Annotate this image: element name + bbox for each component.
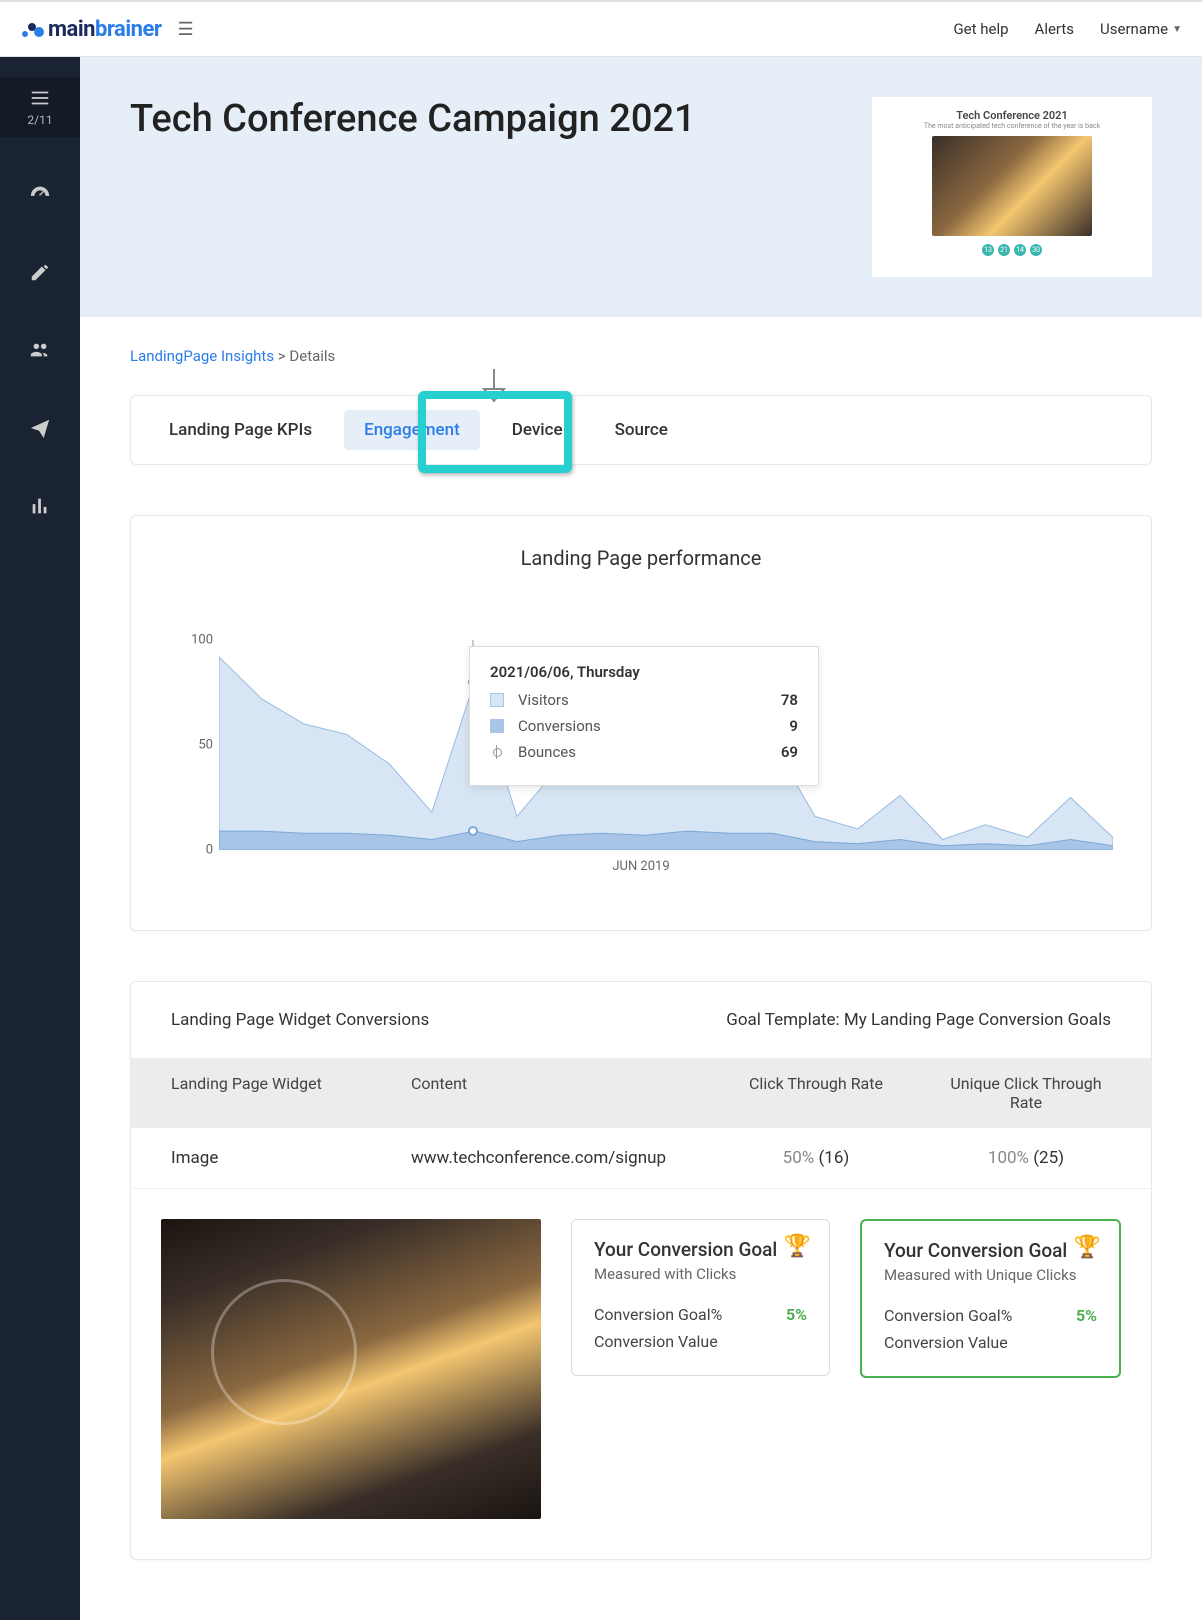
get-help-link[interactable]: Get help xyxy=(953,20,1008,38)
th-content: Content xyxy=(411,1074,691,1112)
user-menu[interactable]: Username ▼ xyxy=(1100,20,1182,38)
td-uctr: 100% (25) xyxy=(941,1148,1111,1168)
tooltip-visitors-value: 78 xyxy=(781,691,798,709)
goal2-pct: 5% xyxy=(1076,1306,1097,1325)
performance-card: Landing Page performance 100 50 0 xyxy=(130,515,1152,931)
table-header: Landing Page Widget Content Click Throug… xyxy=(131,1058,1151,1128)
goal2-title: Your Conversion Goal xyxy=(884,1239,1097,1262)
td-content: www.techconference.com/signup xyxy=(411,1148,691,1168)
alerts-link[interactable]: Alerts xyxy=(1035,20,1075,38)
swatch-visitors xyxy=(490,693,504,707)
nav-dashboard[interactable] xyxy=(0,173,80,215)
trophy-icon: 🏆 xyxy=(784,1234,811,1259)
preview-title: Tech Conference 2021 xyxy=(956,109,1068,122)
logo-text: mainbrainer xyxy=(48,17,161,42)
chart-xlabel: JUN 2019 xyxy=(612,859,669,874)
list-icon xyxy=(29,87,51,109)
tooltip-bounces-value: 69 xyxy=(781,743,798,761)
users-icon xyxy=(29,339,51,361)
breadcrumb-link[interactable]: LandingPage Insights xyxy=(130,347,274,365)
tutorial-arrow-icon xyxy=(480,367,508,407)
nav-steps-label: 2/11 xyxy=(27,113,52,127)
left-nav: 2/11 xyxy=(0,57,80,1620)
widget-conversions-card: Landing Page Widget Conversions Goal Tem… xyxy=(130,981,1152,1560)
landing-page-preview: Tech Conference 2021 The most anticipate… xyxy=(872,97,1152,277)
goal1-title: Your Conversion Goal xyxy=(594,1238,807,1261)
widget-image xyxy=(161,1219,541,1519)
performance-chart: 100 50 0 JUN 2019 xyxy=(159,640,1123,900)
nav-reports[interactable] xyxy=(0,485,80,527)
td-ctr: 50% (16) xyxy=(691,1148,941,1168)
trophy-icon: 🏆 xyxy=(1074,1235,1101,1260)
swatch-conversions xyxy=(490,719,504,733)
logo-icon xyxy=(20,17,44,41)
ytick-50: 50 xyxy=(198,738,213,753)
preview-countdown: 13211430 xyxy=(982,244,1042,256)
ytick-100: 100 xyxy=(191,633,213,648)
widget-section-title: Landing Page Widget Conversions xyxy=(171,1010,429,1030)
nav-edit[interactable] xyxy=(0,251,80,293)
goal-template-label: Goal Template: My Landing Page Conversio… xyxy=(726,1010,1111,1030)
nav-users[interactable] xyxy=(0,329,80,371)
hamburger-icon[interactable]: ☰ xyxy=(177,19,193,40)
page-title: Tech Conference Campaign 2021 xyxy=(130,97,696,141)
ytick-0: 0 xyxy=(206,843,213,858)
pencil-icon xyxy=(29,261,51,283)
tab-landing-page-kpis[interactable]: Landing Page KPIs xyxy=(149,410,332,450)
goal1-sub: Measured with Clicks xyxy=(594,1265,807,1283)
tooltip-conversions-label: Conversions xyxy=(518,717,601,735)
breadcrumb-sep: > xyxy=(278,347,286,365)
th-ctr: Click Through Rate xyxy=(691,1074,941,1112)
goal1-line1: Conversion Goal% xyxy=(594,1305,722,1324)
tooltip-visitors-label: Visitors xyxy=(518,691,569,709)
topbar: mainbrainer ☰ Get help Alerts Username ▼ xyxy=(0,0,1202,57)
chart-title: Landing Page performance xyxy=(159,546,1123,570)
tab-device[interactable]: Device xyxy=(492,410,583,450)
goal1-line2: Conversion Value xyxy=(594,1332,718,1351)
tooltip-bounces-label: Bounces xyxy=(518,743,576,761)
nav-steps[interactable]: 2/11 xyxy=(0,77,80,137)
breadcrumb-current: Details xyxy=(289,347,335,365)
goal2-line1: Conversion Goal% xyxy=(884,1306,1012,1325)
chart-tooltip: 2021/06/06, Thursday Visitors 78 Convers… xyxy=(469,646,819,786)
tabs: Landing Page KPIs Engagement Device Sour… xyxy=(130,395,1152,465)
bar-chart-icon xyxy=(29,495,51,517)
gauge-icon xyxy=(29,183,51,205)
table-row: Image www.techconference.com/signup 50% … xyxy=(131,1128,1151,1189)
goal2-line2: Conversion Value xyxy=(884,1333,1008,1352)
goal-card-unique-clicks: 🏆 Your Conversion Goal Measured with Uni… xyxy=(860,1219,1121,1378)
preview-image xyxy=(932,136,1092,236)
hero: Tech Conference Campaign 2021 Tech Confe… xyxy=(80,57,1202,317)
logo[interactable]: mainbrainer xyxy=(20,17,161,42)
swatch-bounces xyxy=(490,745,504,759)
tab-engagement[interactable]: Engagement xyxy=(344,410,480,450)
nav-send[interactable] xyxy=(0,407,80,449)
goal-card-clicks: 🏆 Your Conversion Goal Measured with Cli… xyxy=(571,1219,830,1376)
tooltip-title: 2021/06/06, Thursday xyxy=(490,663,798,681)
goal2-sub: Measured with Unique Clicks xyxy=(884,1266,1097,1284)
th-widget: Landing Page Widget xyxy=(171,1074,411,1112)
paper-plane-icon xyxy=(29,417,51,439)
td-widget: Image xyxy=(171,1148,411,1168)
tab-source[interactable]: Source xyxy=(595,410,688,450)
username-label: Username xyxy=(1100,20,1168,38)
preview-subtitle: The most anticipated tech conference of … xyxy=(924,122,1100,130)
tooltip-conversions-value: 9 xyxy=(789,717,798,735)
chevron-down-icon: ▼ xyxy=(1172,24,1182,35)
breadcrumb: LandingPage Insights > Details xyxy=(130,347,1152,365)
goal1-pct: 5% xyxy=(786,1305,807,1324)
th-uctr: Unique Click Through Rate xyxy=(941,1074,1111,1112)
